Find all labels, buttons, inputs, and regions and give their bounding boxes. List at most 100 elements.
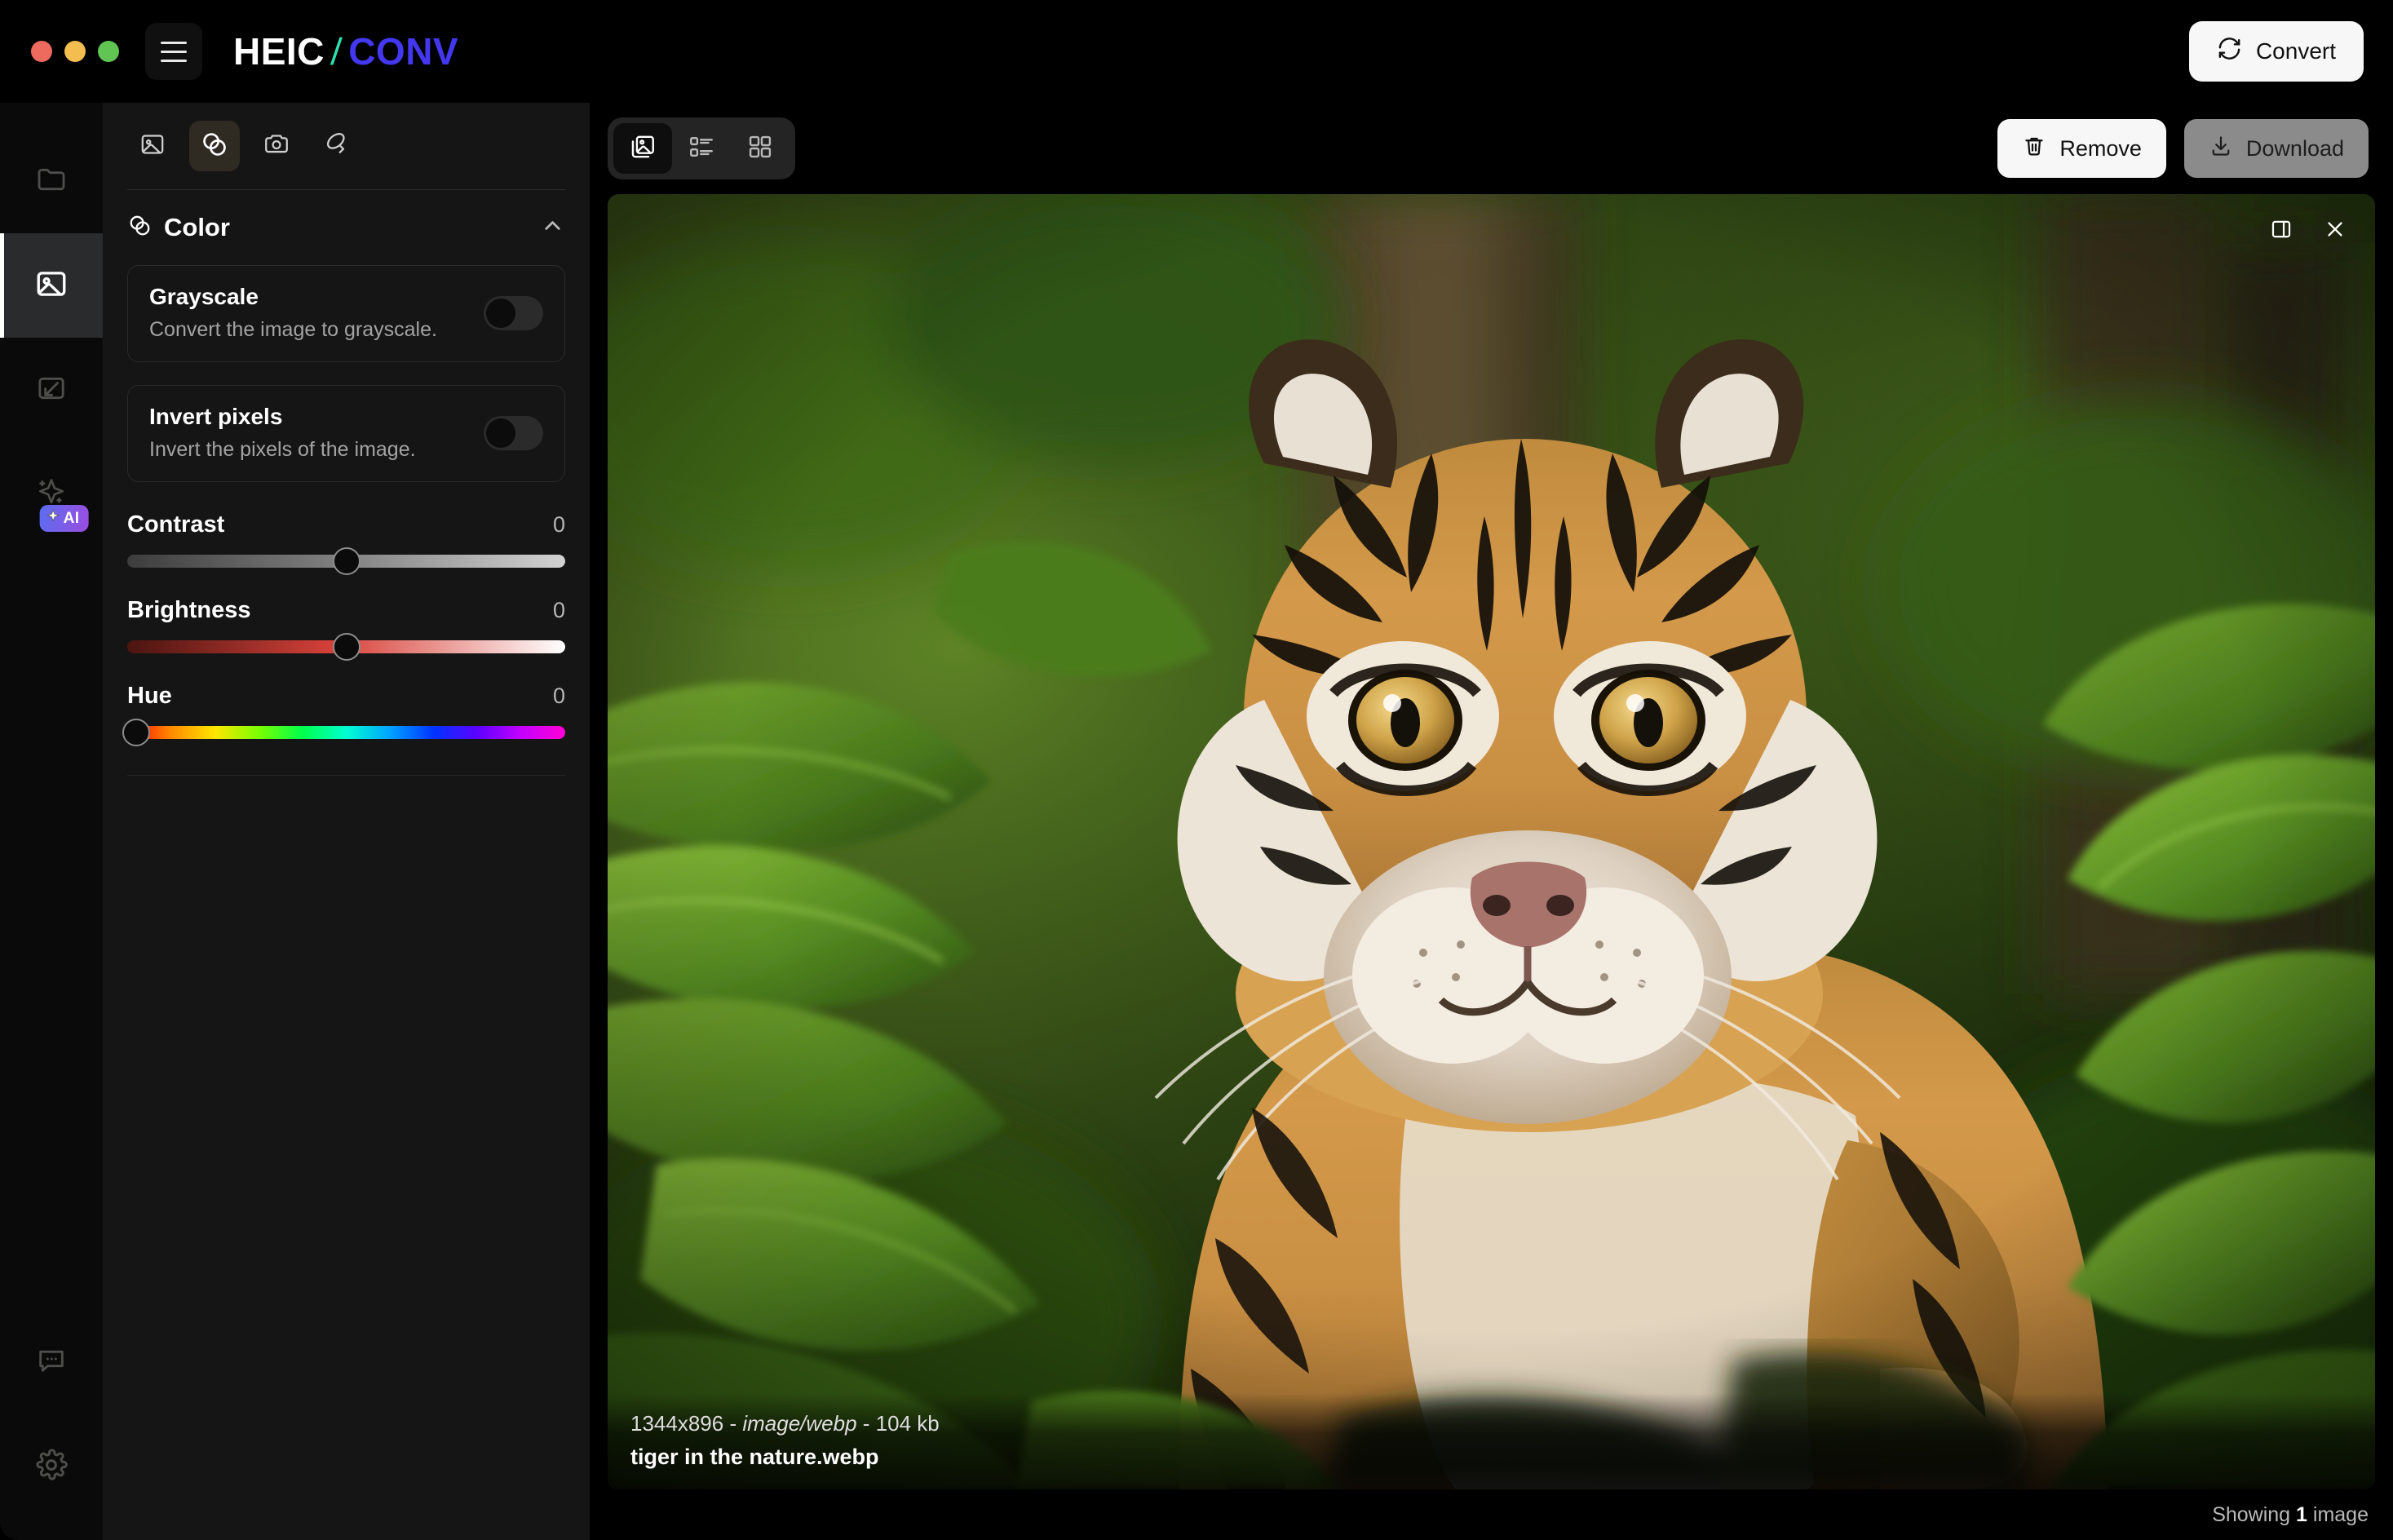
preview-overlay-actions [2259, 209, 2357, 253]
minimize-window-button[interactable] [64, 41, 86, 62]
option-grayscale: Grayscale Convert the image to grayscale… [127, 265, 565, 362]
tab-color[interactable] [189, 121, 240, 171]
refresh-icon [2217, 36, 2242, 67]
color-section-header[interactable]: Color [103, 190, 590, 242]
folder-icon [35, 163, 68, 200]
sparkle-small-icon [46, 509, 60, 528]
color-section-title: Color [164, 213, 230, 241]
tiger-photo [608, 194, 2375, 1489]
slider-contrast-track[interactable] [127, 547, 565, 575]
title-bar: HEIC / CONV Convert [0, 0, 2393, 103]
brand-part2: CONV [348, 30, 459, 73]
convert-label: Convert [2255, 38, 2336, 64]
tab-camera[interactable] [251, 121, 302, 171]
image-preview[interactable]: 1344x896 - image/webp - 104 kb tiger in … [608, 194, 2375, 1489]
slider-brightness: Brightness 0 [127, 568, 565, 661]
option-grayscale-description: Convert the image to grayscale. [149, 318, 437, 341]
blend-circles-icon [200, 130, 229, 163]
chat-bubble-icon [35, 1344, 68, 1381]
image-icon [34, 267, 69, 305]
option-grayscale-title: Grayscale [149, 284, 259, 309]
close-preview-button[interactable] [2313, 209, 2357, 253]
slider-brightness-thumb[interactable] [332, 633, 360, 661]
brand-separator: / [330, 30, 344, 73]
image-dimensions: 1344x896 [630, 1411, 724, 1436]
image-filename: tiger in the nature.webp [630, 1445, 879, 1469]
slider-hue-value: 0 [552, 684, 565, 708]
close-window-button[interactable] [31, 41, 52, 62]
meta-separator-2: - [856, 1411, 876, 1436]
tab-image[interactable] [127, 121, 178, 171]
grid-view-icon [746, 133, 774, 165]
view-mode-single[interactable] [613, 123, 672, 174]
option-invert-description: Invert the pixels of the image. [149, 438, 416, 461]
option-grayscale-texts: Grayscale Convert the image to grayscale… [149, 284, 471, 342]
invert-pixels-toggle[interactable] [484, 415, 543, 450]
ai-badge: AI [39, 505, 89, 532]
app-brand: HEIC / CONV [233, 29, 458, 73]
status-bar: Showing 1 image [590, 1489, 2393, 1540]
blend-circles-icon [127, 213, 153, 242]
close-icon [2324, 218, 2347, 245]
trash-icon [2022, 134, 2046, 164]
single-image-icon [629, 133, 657, 165]
options-panel: Color Grayscale Convert the image to gra… [103, 103, 590, 1540]
sidebar-item-resize[interactable] [0, 338, 103, 442]
slider-hue: Hue 0 [122, 653, 565, 746]
panel-tool-strip [103, 103, 590, 171]
image-meta: 1344x896 - image/webp - 104 kb [630, 1411, 2352, 1436]
image-caption: 1344x896 - image/webp - 104 kb tiger in … [608, 1393, 2375, 1489]
maximize-window-button[interactable] [98, 41, 119, 62]
brand-part1: HEIC [233, 30, 325, 73]
status-count: 1 [2296, 1502, 2307, 1526]
sidebar-item-settings[interactable] [0, 1414, 103, 1519]
view-mode-grid[interactable] [731, 123, 790, 174]
view-mode-switcher [608, 117, 795, 179]
remove-button[interactable]: Remove [1997, 119, 2166, 178]
slider-brightness-label: Brightness [127, 597, 251, 623]
image-mime: image/webp [742, 1411, 857, 1436]
meta-separator-1: - [723, 1411, 743, 1436]
resize-arrow-icon [35, 372, 68, 409]
slider-hue-label: Hue [127, 683, 172, 709]
status-suffix: image [2307, 1502, 2369, 1526]
grayscale-toggle[interactable] [484, 295, 543, 330]
slider-brightness-track[interactable] [127, 633, 565, 661]
traffic-lights [31, 41, 119, 62]
icon-rail: AI [0, 103, 103, 1540]
slider-hue-row: Hue 0 [127, 683, 565, 710]
view-mode-list[interactable] [672, 123, 731, 174]
sidebar-item-feedback[interactable] [0, 1310, 103, 1414]
gear-icon [34, 1448, 69, 1486]
sidebar-item-folder[interactable] [0, 129, 103, 233]
slider-contrast-thumb[interactable] [332, 547, 360, 575]
main-content: Remove Download 1344x896 - image/webp - … [590, 103, 2393, 1540]
slider-hue-track[interactable] [122, 719, 565, 746]
option-invert-title: Invert pixels [149, 404, 283, 429]
slider-hue-thumb[interactable] [122, 719, 150, 746]
remove-label: Remove [2059, 135, 2142, 161]
invert-pixels-toggle-knob [486, 418, 515, 448]
tab-rotate[interactable] [313, 121, 364, 171]
slider-contrast-label: Contrast [127, 511, 225, 538]
status-prefix: Showing [2212, 1502, 2297, 1526]
grayscale-toggle-knob [486, 298, 515, 328]
download-button[interactable]: Download [2183, 119, 2369, 178]
chevron-up-icon[interactable] [540, 213, 565, 242]
convert-button[interactable]: Convert [2188, 21, 2364, 82]
image-size: 104 kb [875, 1411, 940, 1436]
rotate-3d-icon [325, 131, 352, 162]
list-view-icon [688, 133, 715, 165]
main-toolbar: Remove Download [590, 103, 2393, 194]
rail-spacer [0, 547, 103, 1310]
sidebar-item-ai-tools[interactable]: AI [0, 442, 103, 547]
compare-panel-button[interactable] [2259, 209, 2303, 253]
download-icon [2209, 134, 2233, 164]
camera-icon [263, 131, 290, 162]
hamburger-menu-icon[interactable] [145, 23, 202, 80]
slider-contrast-row: Contrast 0 [127, 511, 565, 538]
image-icon [139, 131, 166, 162]
slider-contrast-value: 0 [552, 512, 565, 537]
sidebar-item-images[interactable] [0, 233, 103, 338]
slider-contrast: Contrast 0 [127, 482, 565, 575]
